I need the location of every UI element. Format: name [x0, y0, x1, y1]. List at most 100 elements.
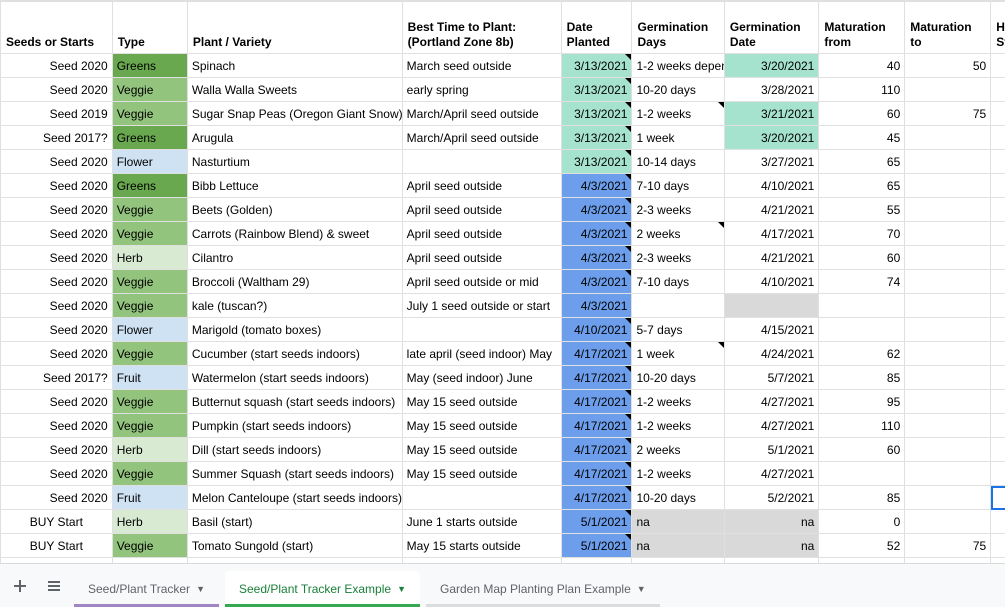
cell-best-time[interactable]	[402, 150, 561, 174]
cell-date-planted[interactable]: 4/17/2021	[561, 462, 632, 486]
col-best-time[interactable]: Best Time to Plant: (Portland Zone 8b)	[402, 2, 561, 54]
cell-mat-to[interactable]	[905, 366, 991, 390]
cell-type[interactable]: Veggie	[112, 294, 187, 318]
cell-harvest[interactable]: 5/28/2	[991, 198, 1005, 222]
cell-mat-from[interactable]: 65	[819, 150, 905, 174]
cell-germ-days[interactable]: 7-10 days	[632, 270, 724, 294]
cell-harvest[interactable]: 6/22/2	[991, 534, 1005, 558]
cell-germ-date[interactable]: 4/27/2021	[724, 390, 819, 414]
cell-date-planted[interactable]: 3/13/2021	[561, 126, 632, 150]
cell-mat-from[interactable]: 52	[819, 534, 905, 558]
cell-germ-date[interactable]: 4/24/2021	[724, 342, 819, 366]
cell-date-planted[interactable]: 3/13/2021	[561, 150, 632, 174]
cell-mat-to[interactable]	[905, 294, 991, 318]
cell-best-time[interactable]: April seed outside	[402, 198, 561, 222]
cell-best-time[interactable]: May (seed indoor) June	[402, 366, 561, 390]
cell-type[interactable]: Fruit	[112, 366, 187, 390]
col-mat-from[interactable]: Maturation from	[819, 2, 905, 54]
cell-best-time[interactable]	[402, 318, 561, 342]
cell-date-planted[interactable]: 4/3/2021	[561, 270, 632, 294]
cell-mat-to[interactable]	[905, 438, 991, 462]
cell-best-time[interactable]	[402, 558, 561, 564]
cell-mat-from[interactable]: 0	[819, 510, 905, 534]
spreadsheet-grid[interactable]: Seeds or Starts Type Plant / Variety Bes…	[0, 0, 1005, 563]
cell-plant[interactable]: Cilantro	[187, 246, 402, 270]
cell-plant[interactable]: Carrots (Rainbow Blend) & sweet	[187, 222, 402, 246]
cell-mat-from[interactable]: 45	[819, 126, 905, 150]
cell-mat-from[interactable]	[819, 462, 905, 486]
cell-type[interactable]: Flower	[112, 318, 187, 342]
cell-type[interactable]: Herb	[112, 246, 187, 270]
cell-harvest[interactable]: 6/2/2	[991, 246, 1005, 270]
cell-type[interactable]: Veggie	[112, 390, 187, 414]
cell-harvest[interactable]	[991, 558, 1005, 564]
cell-type[interactable]: Veggie	[112, 270, 187, 294]
cell-seed[interactable]: Seed 2020	[1, 174, 113, 198]
cell-mat-from[interactable]	[819, 558, 905, 564]
cell-seed[interactable]: Seed 2020	[1, 270, 113, 294]
cell-plant[interactable]: Arugula	[187, 126, 402, 150]
cell-germ-date[interactable]: 4/27/2021	[724, 414, 819, 438]
cell-germ-date[interactable]	[724, 558, 819, 564]
cell-harvest[interactable]: 5/12/2	[991, 102, 1005, 126]
cell-germ-date[interactable]: 4/10/2021	[724, 174, 819, 198]
cell-mat-to[interactable]	[905, 390, 991, 414]
cell-germ-days[interactable]: 1-2 weeks depending	[632, 54, 724, 78]
cell-plant[interactable]: Beets (Golden)	[187, 198, 402, 222]
cell-germ-days[interactable]	[632, 558, 724, 564]
cell-seed[interactable]	[1, 558, 113, 564]
cell-mat-from[interactable]: 85	[819, 366, 905, 390]
col-plant[interactable]: Plant / Variety	[187, 2, 402, 54]
cell-plant[interactable]: Cucumber (start seeds indoors)	[187, 342, 402, 366]
cell-seed[interactable]: Seed 2020	[1, 438, 113, 462]
cell-plant[interactable]: Watermelon (start seeds indoors)	[187, 366, 402, 390]
cell-mat-from[interactable]: 110	[819, 78, 905, 102]
cell-type[interactable]: Veggie	[112, 198, 187, 222]
cell-best-time[interactable]: March/April seed outside	[402, 126, 561, 150]
cell-mat-from[interactable]: 60	[819, 102, 905, 126]
cell-best-time[interactable]: April seed outside	[402, 174, 561, 198]
cell-best-time[interactable]: late april (seed indoor) May	[402, 342, 561, 366]
cell-plant[interactable]: Walla Walla Sweets	[187, 78, 402, 102]
cell-type[interactable]: Veggie	[112, 78, 187, 102]
cell-germ-days[interactable]: 1-2 weeks	[632, 102, 724, 126]
cell-date-planted[interactable]: 3/13/2021	[561, 102, 632, 126]
cell-harvest[interactable]: 7/21/2	[991, 390, 1005, 414]
cell-mat-to[interactable]	[905, 462, 991, 486]
cell-seed[interactable]: BUY Start	[1, 534, 113, 558]
cell-plant[interactable]: Butternut squash (start seeds indoors)	[187, 390, 402, 414]
cell-germ-days[interactable]: 5-7 days	[632, 318, 724, 342]
cell-germ-date[interactable]: 5/1/2021	[724, 438, 819, 462]
cell-mat-to[interactable]: 75	[905, 102, 991, 126]
cell-best-time[interactable]: April seed outside	[402, 222, 561, 246]
cell-plant[interactable]: Sugar Snap Peas (Oregon Giant Snow)	[187, 102, 402, 126]
cell-germ-date[interactable]: 3/27/2021	[724, 150, 819, 174]
cell-germ-days[interactable]: 2 weeks	[632, 222, 724, 246]
cell-harvest[interactable]: 6/16/2	[991, 438, 1005, 462]
cell-date-planted[interactable]: 4/3/2021	[561, 198, 632, 222]
cell-germ-days[interactable]: 1 week	[632, 126, 724, 150]
cell-germ-date[interactable]: 3/21/2021	[724, 102, 819, 126]
cell-mat-to[interactable]	[905, 174, 991, 198]
cell-plant[interactable]: Pumpkin (start seeds indoors)	[187, 414, 402, 438]
col-seeds[interactable]: Seeds or Starts	[1, 2, 113, 54]
tab-garden-map-example[interactable]: Garden Map Planting Plan Example ▼	[426, 571, 660, 607]
cell-mat-to[interactable]	[905, 510, 991, 534]
tab-seed-plant-tracker[interactable]: Seed/Plant Tracker ▼	[74, 571, 219, 607]
cell-germ-date[interactable]: 3/20/2021	[724, 54, 819, 78]
cell-germ-days[interactable]: 2-3 weeks	[632, 246, 724, 270]
cell-mat-to[interactable]	[905, 318, 991, 342]
cell-germ-days[interactable]: 10-20 days	[632, 486, 724, 510]
cell-type[interactable]: Veggie	[112, 102, 187, 126]
cell-seed[interactable]: BUY Start	[1, 510, 113, 534]
cell-type[interactable]: Fruit	[112, 486, 187, 510]
cell-seed[interactable]: Seed 2020	[1, 318, 113, 342]
cell-germ-date[interactable]: 5/2/2021	[724, 486, 819, 510]
cell-mat-to[interactable]	[905, 414, 991, 438]
cell-seed[interactable]: Seed 2020	[1, 294, 113, 318]
cell-germ-days[interactable]: 10-20 days	[632, 366, 724, 390]
cell-mat-from[interactable]: 74	[819, 270, 905, 294]
cell-germ-date[interactable]: na	[724, 510, 819, 534]
cell-germ-date[interactable]: na	[724, 534, 819, 558]
cell-type[interactable]: Herb	[112, 510, 187, 534]
